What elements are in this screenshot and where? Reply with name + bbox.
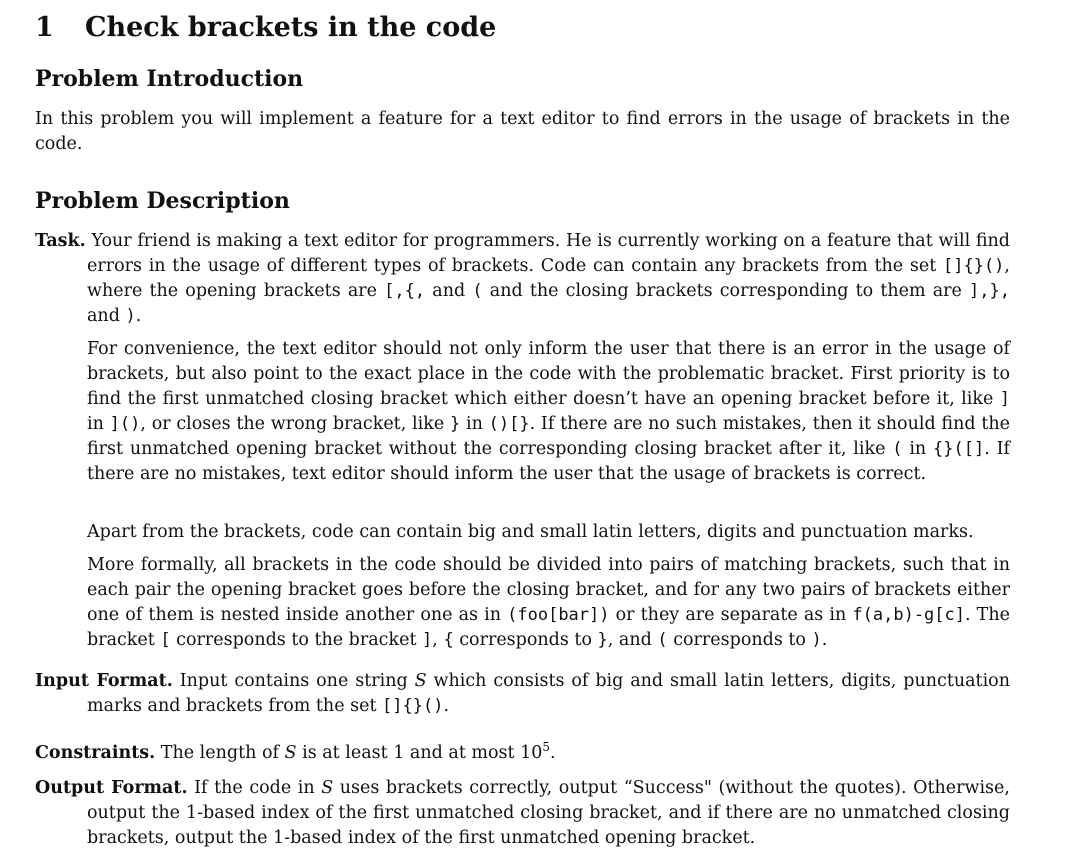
task-text: and bbox=[425, 281, 473, 301]
code-inline: ) bbox=[811, 630, 822, 650]
code-closing-bracket: ) bbox=[125, 306, 136, 326]
desc-text: corresponds to the bracket bbox=[170, 630, 423, 650]
code-opening-bracket: ( bbox=[472, 281, 483, 301]
output-text: If the code in bbox=[194, 778, 322, 798]
code-inline: f(a,b)-g[c] bbox=[852, 605, 965, 625]
desc-text: in bbox=[87, 414, 110, 434]
code-inline: { bbox=[443, 630, 454, 650]
desc-text: in bbox=[460, 414, 489, 434]
math-var: S bbox=[284, 742, 297, 763]
output-format-label: Output Format. bbox=[35, 778, 188, 798]
input-format-paragraph: Input Format. Input contains one string … bbox=[35, 669, 1010, 719]
code-inline: ] bbox=[422, 630, 433, 650]
desc-text: , and bbox=[607, 630, 658, 650]
code-inline: ] bbox=[999, 389, 1010, 409]
section-title-text: Check brackets in the code bbox=[85, 12, 497, 43]
desc-text: corresponds to bbox=[667, 630, 812, 650]
description-paragraph-characters: Apart from the brackets, code can contai… bbox=[87, 522, 974, 542]
code-inline: } bbox=[597, 630, 608, 650]
desc-text: , or closes the wrong bracket, like bbox=[140, 414, 450, 434]
description-paragraph-priority: For convenience, the text editor should … bbox=[87, 337, 1010, 487]
code-bracket-set: []{}() bbox=[943, 256, 1005, 276]
code-opening-brackets: [,{, bbox=[384, 281, 426, 301]
constraints-paragraph: Constraints. The length of S is at least… bbox=[35, 735, 1010, 766]
constraints-text: . bbox=[550, 742, 556, 763]
constraints-text: The length of bbox=[160, 742, 285, 763]
output-format-paragraph: Output Format. If the code in S uses bra… bbox=[35, 776, 1010, 851]
task-text: and bbox=[87, 306, 126, 326]
code-bracket-set: []{}() bbox=[382, 696, 444, 716]
desc-text: or they are separate as in bbox=[609, 605, 853, 625]
code-inline: (foo[bar]) bbox=[507, 605, 610, 625]
code-closing-brackets: ],}, bbox=[969, 281, 1010, 301]
desc-text: For convenience, the text editor should … bbox=[87, 339, 1010, 409]
code-inline: } bbox=[449, 414, 461, 434]
code-inline: ( bbox=[657, 630, 668, 650]
task-label: Task. bbox=[35, 231, 86, 251]
description-paragraph-formal: More formally, all brackets in the code … bbox=[87, 553, 1010, 653]
math-var: S bbox=[321, 778, 334, 798]
desc-text: . bbox=[821, 630, 828, 650]
intro-heading: Problem Introduction bbox=[35, 66, 304, 92]
task-text: and the closing brackets corresponding t… bbox=[482, 281, 970, 301]
intro-paragraph: In this problem you will implement a fea… bbox=[35, 109, 1010, 154]
desc-text: corresponds to bbox=[453, 630, 598, 650]
code-inline: {}([] bbox=[933, 439, 985, 459]
constraints-label: Constraints. bbox=[35, 742, 156, 763]
desc-text: , bbox=[432, 630, 444, 650]
code-inline: ( bbox=[892, 439, 903, 459]
input-format-label: Input Format. bbox=[35, 671, 173, 691]
constraints-text: is at least 1 and at most 10 bbox=[296, 742, 543, 763]
section-number: 1 bbox=[35, 12, 54, 43]
task-text: Your friend is making a text editor for … bbox=[87, 231, 1010, 276]
code-inline: ()[} bbox=[488, 414, 530, 434]
code-inline: ]() bbox=[109, 414, 141, 434]
task-text: . bbox=[135, 306, 142, 326]
task-paragraph: Task. Your friend is making a text edito… bbox=[35, 229, 1010, 329]
desc-text: in bbox=[902, 439, 934, 459]
input-text: Input contains one string bbox=[179, 671, 415, 691]
section-title: 1 Check brackets in the code bbox=[35, 10, 496, 46]
code-inline: [ bbox=[160, 630, 171, 650]
exponent: 5 bbox=[542, 740, 551, 754]
math-var: S bbox=[414, 671, 427, 691]
input-text: . bbox=[443, 696, 450, 716]
description-heading: Problem Description bbox=[35, 188, 290, 214]
